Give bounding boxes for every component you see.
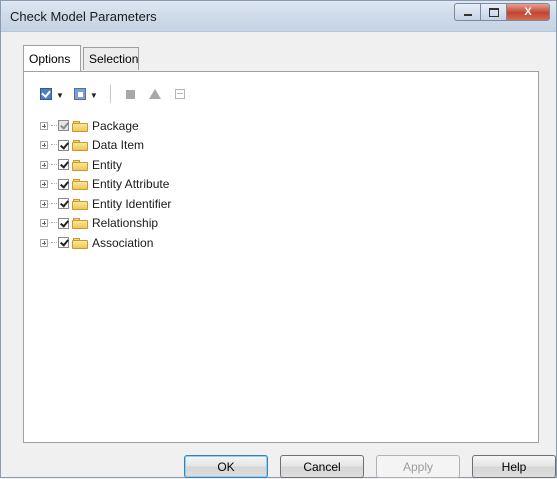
tree-item-label: Package: [92, 118, 139, 133]
tree-connector: [51, 222, 57, 224]
folder-icon: [72, 120, 88, 132]
folder-icon: [72, 237, 88, 249]
tree-connector: [51, 183, 57, 185]
object-tree: Package Data Item Entity Entity Attribut…: [40, 116, 340, 253]
check-all-button[interactable]: ▼: [40, 85, 64, 103]
folder-icon: [72, 139, 88, 152]
cancel-button[interactable]: Cancel: [280, 455, 364, 478]
folder-icon: [72, 198, 88, 210]
window-title: Check Model Parameters: [10, 9, 157, 24]
minimize-button[interactable]: [454, 3, 480, 21]
collapse-icon: [174, 89, 185, 99]
tree-connector: [51, 163, 57, 166]
tree-item-label: Relationship: [92, 216, 159, 231]
toolbar: ▼ ▼: [40, 84, 194, 104]
warning-icon: [148, 89, 161, 99]
expand-icon[interactable]: [40, 199, 48, 208]
expand-icon[interactable]: [40, 180, 48, 189]
apply-button[interactable]: Apply: [376, 455, 460, 478]
tree-item-relationship[interactable]: Relationship: [40, 214, 340, 234]
collapse-button[interactable]: [170, 85, 190, 103]
ok-button[interactable]: OK: [184, 455, 268, 478]
tab-options[interactable]: Options: [23, 45, 81, 71]
stop-icon: [125, 89, 135, 99]
expand-icon[interactable]: [40, 238, 48, 247]
entity-identifier-checkbox[interactable]: [58, 198, 69, 210]
entity-attribute-checkbox[interactable]: [58, 178, 69, 190]
tree-item-label: Entity Identifier: [92, 196, 172, 211]
expand-icon[interactable]: [40, 219, 48, 228]
check-all-icon: [40, 88, 52, 100]
data-item-checkbox[interactable]: [58, 139, 69, 151]
expand-icon[interactable]: [40, 121, 48, 130]
close-icon: X: [524, 6, 532, 18]
stop-button[interactable]: [121, 85, 140, 103]
tab-selection[interactable]: Selection: [83, 47, 139, 70]
package-checkbox[interactable]: [58, 120, 69, 132]
dropdown-arrow-icon: ▼: [56, 90, 64, 100]
tree-item-entity[interactable]: Entity: [40, 155, 340, 175]
tree-connector: [51, 241, 57, 244]
check-model-parameters-dialog: Check Model Parameters X Options Selecti…: [0, 0, 557, 478]
dropdown-arrow-icon: ▼: [89, 90, 98, 100]
association-checkbox[interactable]: [58, 237, 69, 249]
expand-icon[interactable]: [40, 141, 48, 150]
tree-item-label: Entity Attribute: [92, 177, 170, 192]
uncheck-all-icon: [73, 88, 86, 100]
tree-item-data-item[interactable]: Data Item: [40, 136, 340, 156]
relationship-checkbox[interactable]: [58, 217, 69, 229]
tree-connector: [51, 202, 57, 205]
folder-icon: [72, 217, 88, 230]
close-button[interactable]: X: [506, 3, 550, 21]
uncheck-all-button[interactable]: ▼: [73, 85, 98, 103]
help-button[interactable]: Help: [472, 455, 556, 478]
tree-item-label: Entity: [92, 157, 123, 172]
warning-button[interactable]: [144, 85, 166, 103]
dialog-button-row: OK Cancel Apply Help: [1, 455, 556, 479]
folder-icon: [72, 159, 88, 171]
tree-item-label: Association: [92, 235, 154, 250]
tree-item-label: Data Item: [92, 138, 145, 153]
tree-connector: [51, 124, 57, 127]
tree-connector: [51, 144, 57, 146]
tree-item-entity-attribute[interactable]: Entity Attribute: [40, 175, 340, 195]
tree-item-package[interactable]: Package: [40, 116, 340, 136]
folder-icon: [72, 178, 88, 191]
title-bar[interactable]: Check Model Parameters X: [1, 1, 556, 32]
options-panel: ▼ ▼ Package Data Item Entity Entity Attr…: [23, 71, 539, 443]
maximize-button[interactable]: [480, 3, 506, 21]
entity-checkbox[interactable]: [58, 159, 69, 171]
tree-item-association[interactable]: Association: [40, 233, 340, 253]
toolbar-separator: [109, 85, 111, 103]
tree-item-entity-identifier[interactable]: Entity Identifier: [40, 194, 340, 214]
expand-icon[interactable]: [40, 160, 48, 169]
window-controls: X: [454, 3, 550, 23]
